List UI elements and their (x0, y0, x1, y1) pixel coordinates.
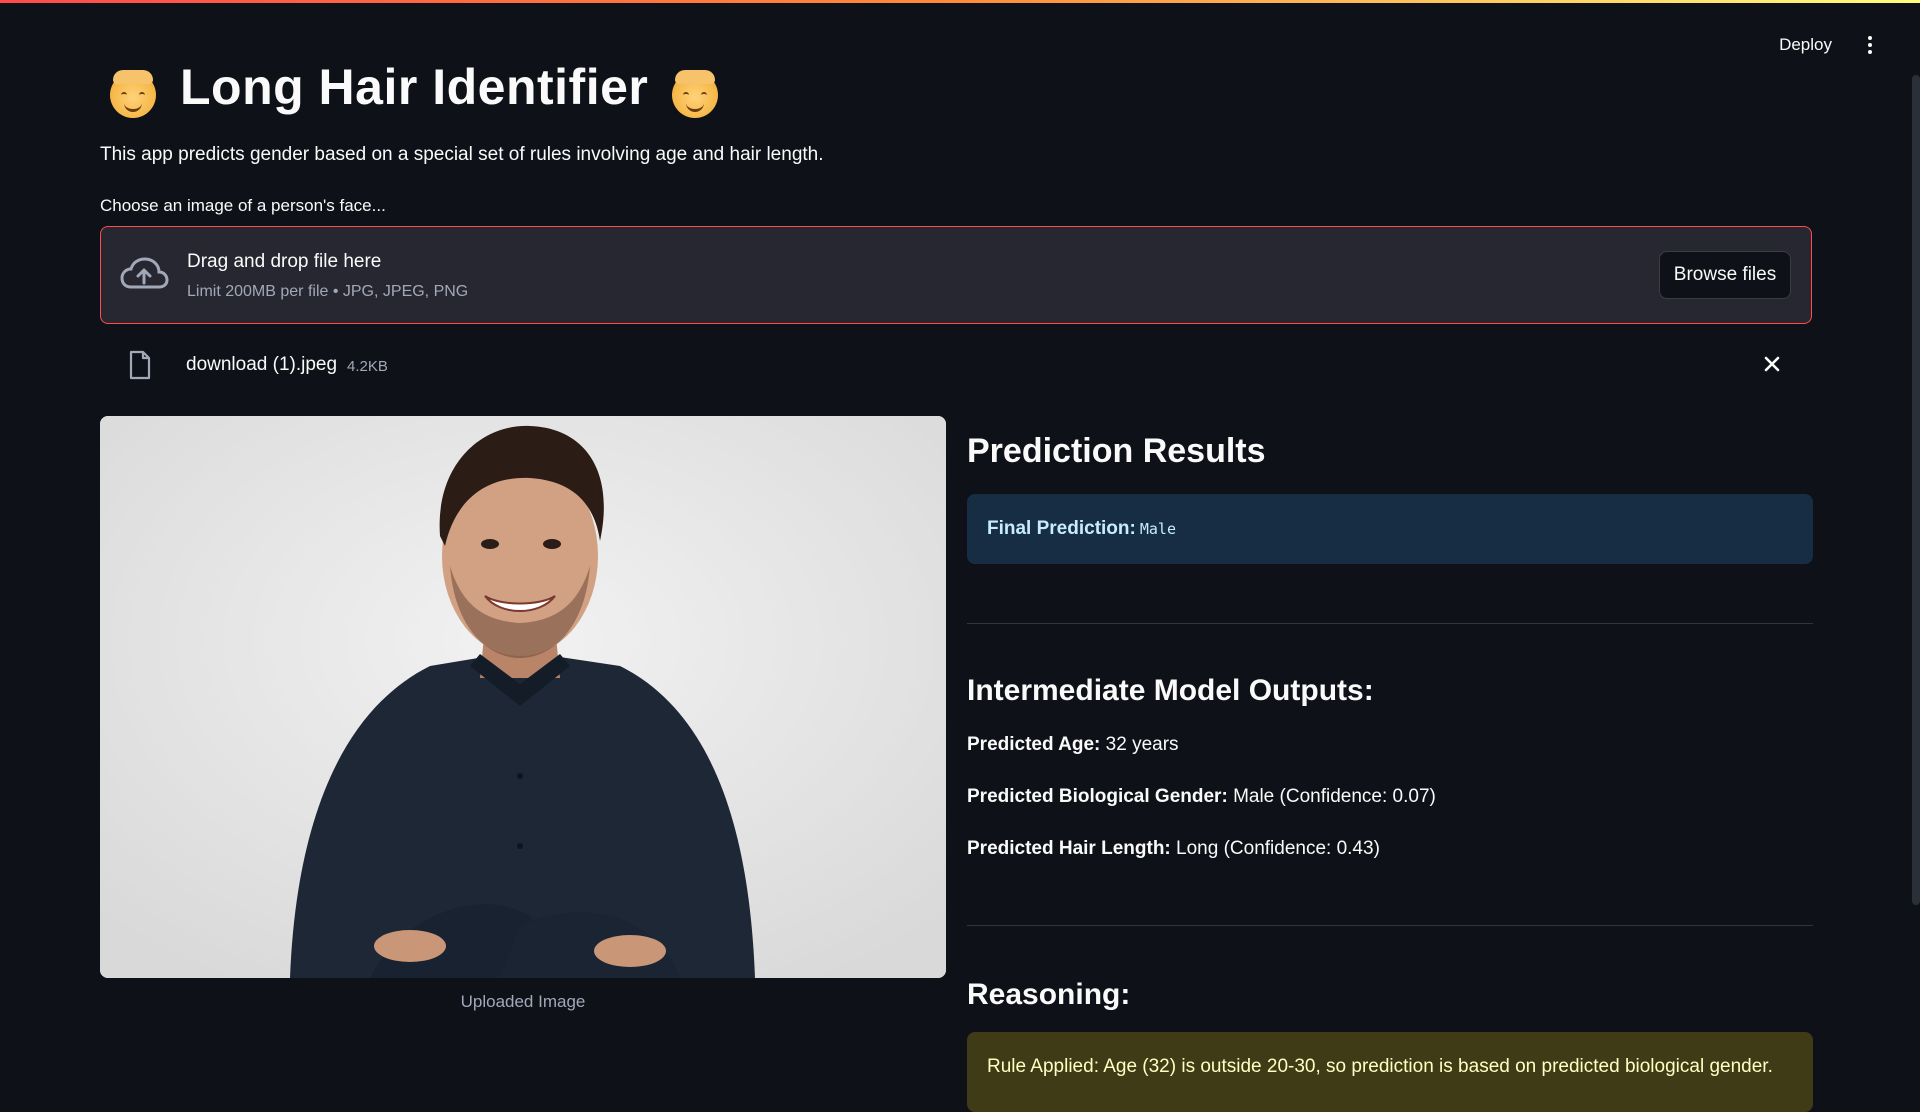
predicted-age-value: 32 years (1105, 734, 1179, 755)
final-prediction-label: Final Prediction: (987, 518, 1136, 539)
uploaded-file-size: 4.2KB (347, 358, 388, 375)
browse-files-button[interactable]: Browse files (1659, 251, 1791, 299)
page-scrollbar[interactable] (1912, 75, 1920, 905)
predicted-age-label: Predicted Age: (967, 734, 1101, 755)
predicted-hair-value: Long (Confidence: 0.43) (1176, 838, 1380, 859)
prediction-results-heading: Prediction Results (967, 432, 1266, 470)
final-prediction-box: Final Prediction: Male (967, 494, 1813, 564)
divider (967, 925, 1813, 926)
page-title-row: Long Hair Identifier (110, 58, 719, 118)
cloud-upload-icon (120, 257, 169, 289)
predicted-gender: Predicted Biological Gender: Male (Confi… (967, 786, 1436, 808)
predicted-age: Predicted Age: 32 years (967, 734, 1179, 756)
rule-applied-box: Rule Applied: Age (32) is outside 20-30,… (967, 1032, 1813, 1112)
uploaded-file-row: download (1).jpeg 4.2KB (100, 344, 1812, 388)
app-description: This app predicts gender based on a spec… (100, 144, 824, 165)
predicted-hair-length: Predicted Hair Length: Long (Confidence:… (967, 838, 1380, 860)
predicted-hair-label: Predicted Hair Length: (967, 838, 1171, 859)
dropzone-limit-text: Limit 200MB per file • JPG, JPEG, PNG (187, 283, 469, 300)
uploaded-image (100, 416, 946, 978)
rule-applied-text: Rule Applied: Age (32) is outside 20-30,… (987, 1056, 1773, 1077)
file-icon (129, 350, 151, 380)
file-uploader-label: Choose an image of a person's face... (100, 196, 386, 215)
uploaded-file-name: download (1).jpeg (186, 354, 338, 375)
file-dropzone[interactable]: Drag and drop file here Limit 200MB per … (100, 226, 1812, 324)
reasoning-heading: Reasoning: (967, 978, 1131, 1011)
app-header-actions: Deploy (1771, 30, 1880, 60)
page-title: Long Hair Identifier (180, 59, 649, 115)
intermediate-outputs-heading: Intermediate Model Outputs: (967, 674, 1374, 707)
person-photo (100, 416, 946, 978)
kebab-menu-icon[interactable] (1860, 33, 1880, 57)
final-prediction-value: Male (1139, 520, 1176, 538)
image-caption: Uploaded Image (460, 992, 586, 1011)
deploy-button[interactable]: Deploy (1771, 31, 1840, 59)
close-icon[interactable] (1760, 352, 1784, 376)
dropzone-title: Drag and drop file here (187, 251, 382, 272)
divider (967, 623, 1813, 624)
predicted-gender-value: Male (Confidence: 0.07) (1233, 786, 1436, 807)
predicted-gender-label: Predicted Biological Gender: (967, 786, 1228, 807)
top-decoration-bar (0, 0, 1920, 3)
smiling-face-with-halo-icon (110, 70, 156, 118)
smiling-face-with-halo-icon (672, 70, 719, 118)
